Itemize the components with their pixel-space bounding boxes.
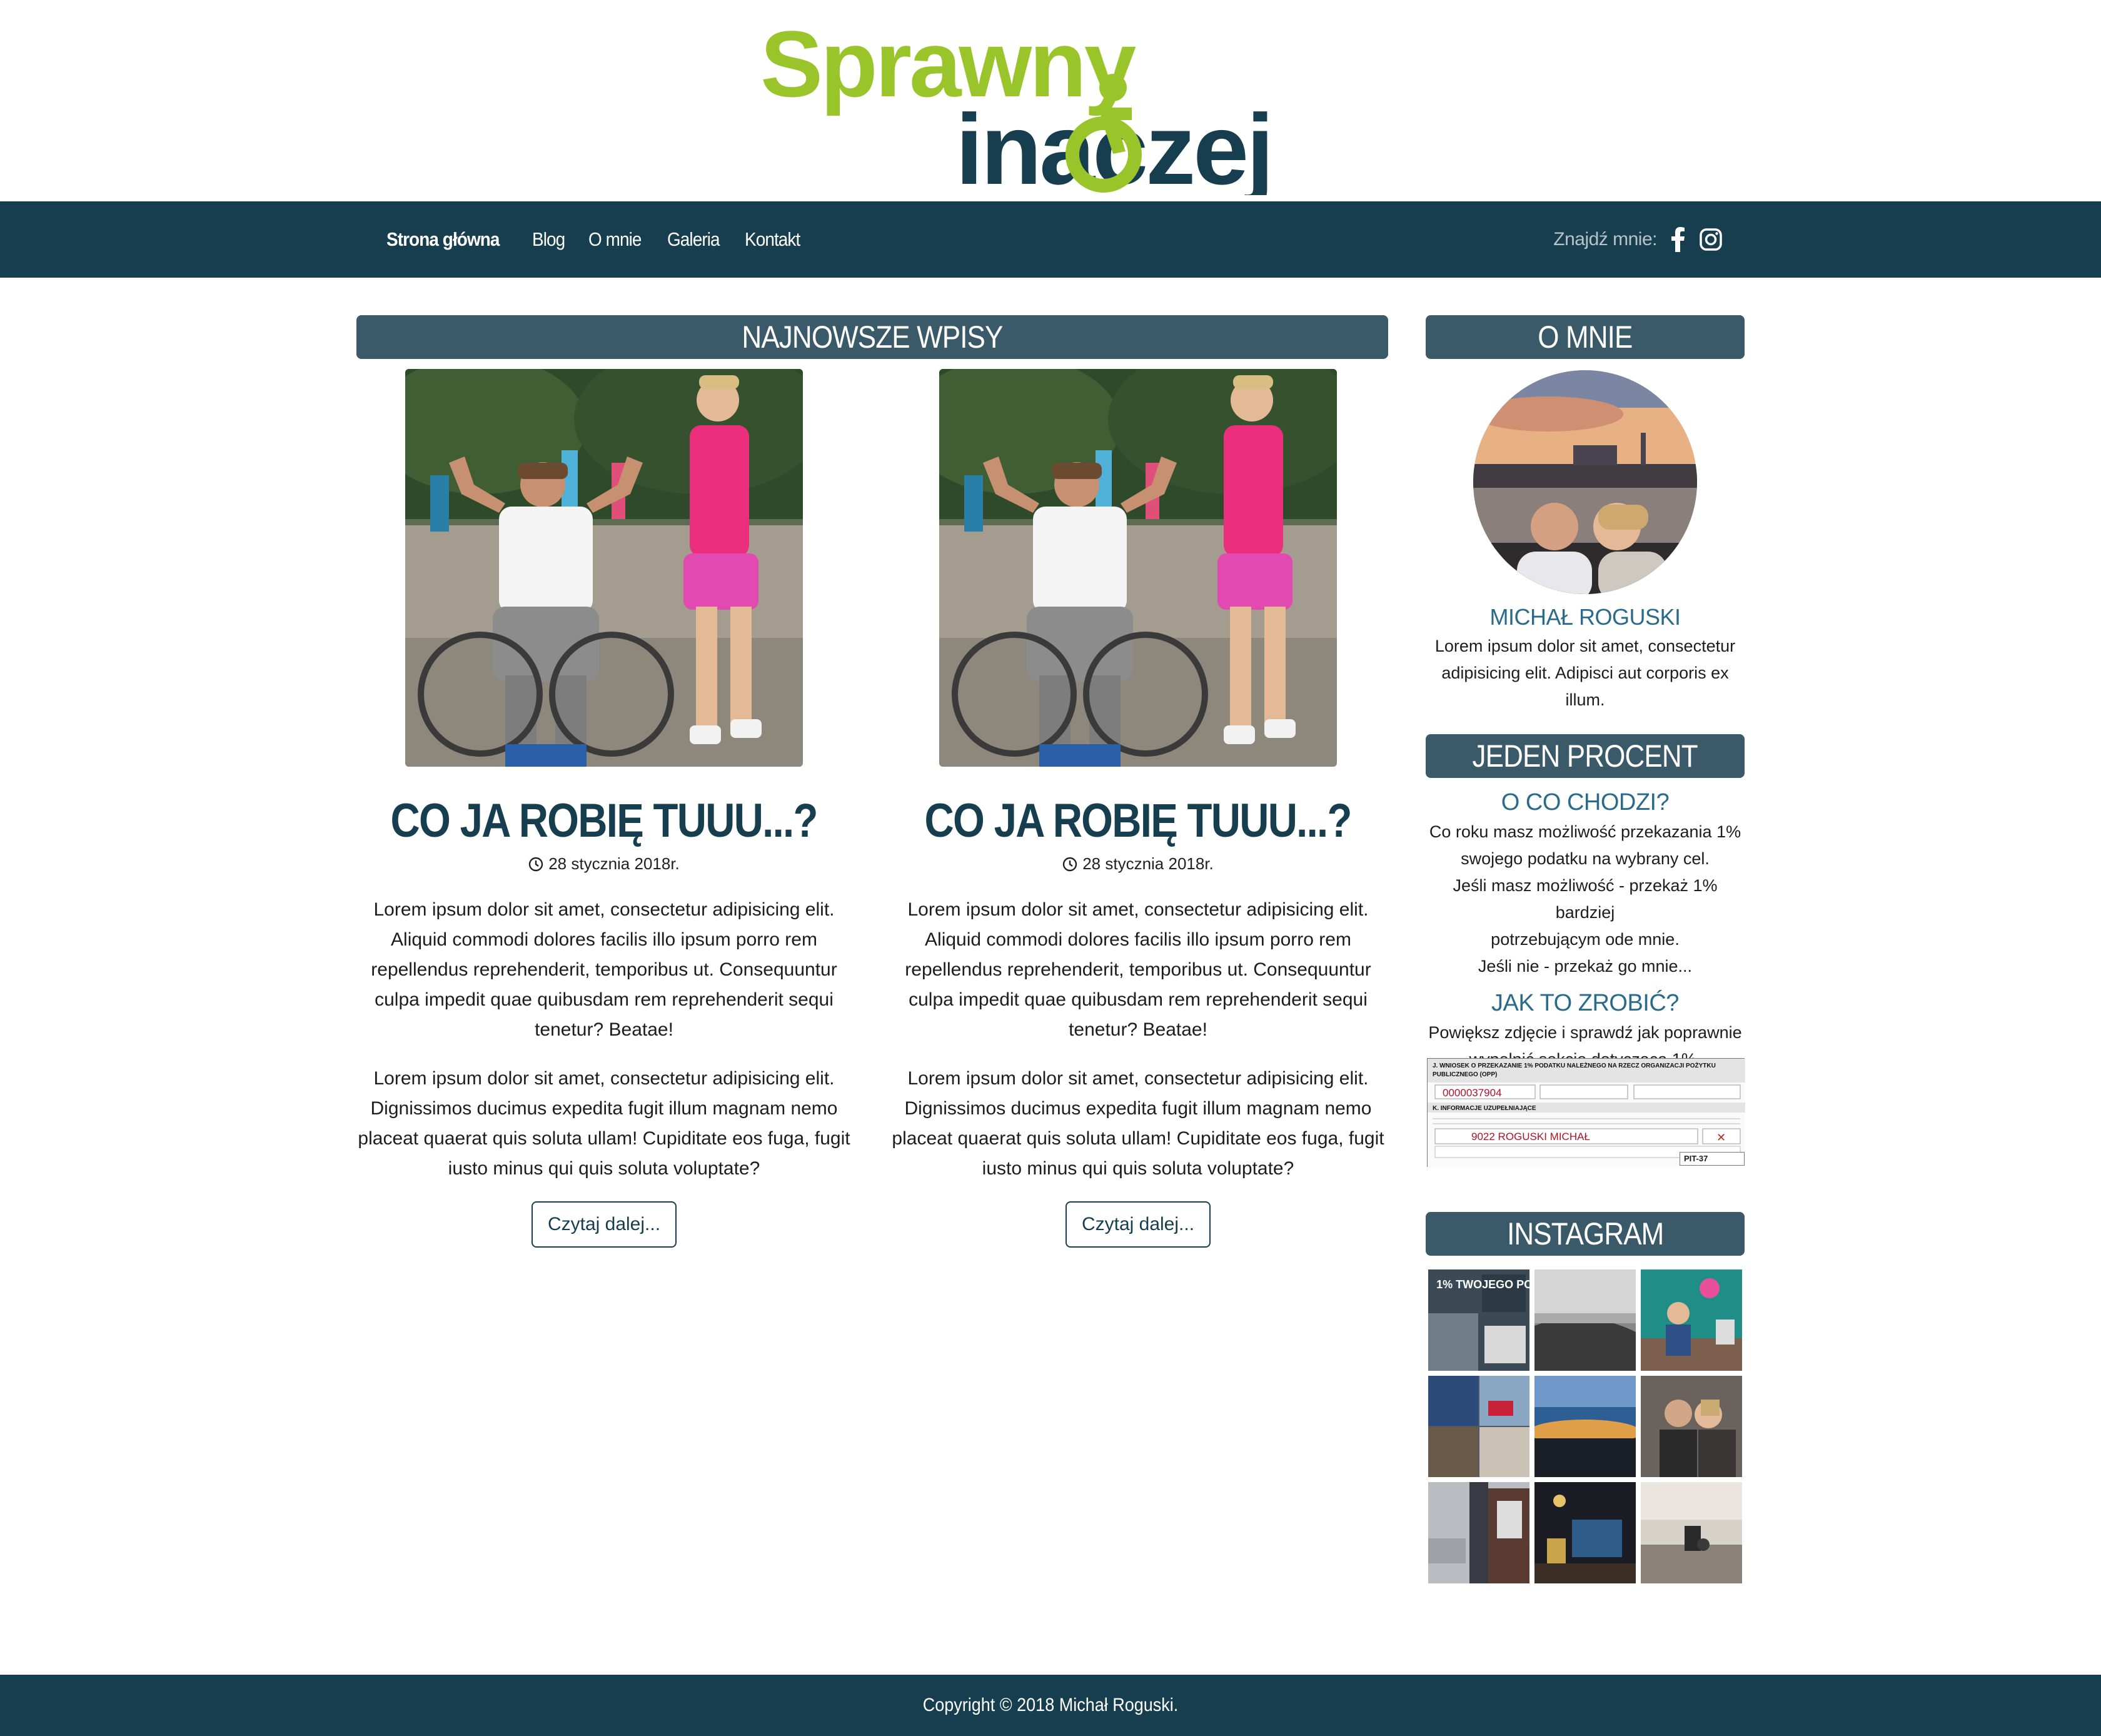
find-me-label: Znajdź mnie: bbox=[1553, 229, 1657, 250]
post-excerpt: Lorem ipsum dolor sit amet, consectetur … bbox=[354, 895, 854, 1184]
instagram-photo[interactable] bbox=[1534, 1269, 1636, 1371]
instagram-photo[interactable]: 1% TWOJEGO PODATKU bbox=[1428, 1269, 1529, 1371]
nav-item-blog[interactable]: Blog bbox=[532, 228, 565, 251]
post-card: CO JA ROBIĘ TUUU...? 28 stycznia 2018r. … bbox=[888, 369, 1388, 1248]
info-line: Jeśli masz możliwość - przekaż 1% bardzi… bbox=[1453, 876, 1718, 922]
site-logo[interactable]: Sprawny inaczej bbox=[757, 14, 1357, 195]
latest-posts-header: NAJNOWSZE WPISY bbox=[356, 315, 1388, 359]
nav-links: Strona główna Blog O mnie Galeria Kontak… bbox=[386, 201, 827, 278]
what-is-it-text: Co roku masz możliwość przekazania 1% sw… bbox=[1426, 819, 1745, 980]
instagram-title: INSTAGRAM bbox=[1506, 1216, 1664, 1251]
info-line: Co roku masz możliwość przekazania 1% bbox=[1429, 822, 1741, 841]
post-title[interactable]: CO JA ROBIĘ TUUU...? bbox=[888, 794, 1388, 848]
copyright-text: Copyright © 2018 Michał Roguski. bbox=[922, 1695, 1179, 1715]
svg-text:PUBLICZNEGO (OPP): PUBLICZNEGO (OPP) bbox=[1433, 1071, 1497, 1078]
latest-posts-title: NAJNOWSZE WPISY bbox=[742, 320, 1003, 355]
pit-form-tag: PIT-37 bbox=[1680, 1152, 1745, 1166]
instagram-photo[interactable] bbox=[1534, 1376, 1636, 1477]
one-percent-block: O CO CHODZI? Co roku masz możliwość prze… bbox=[1426, 789, 1745, 1073]
post-date-text: 28 stycznia 2018r. bbox=[1082, 854, 1214, 873]
post-title[interactable]: CO JA ROBIĘ TUUU...? bbox=[354, 794, 854, 848]
footer: Copyright © 2018 Michał Roguski. bbox=[0, 1675, 2101, 1736]
svg-text:9022 ROGUSKI MICHAŁ: 9022 ROGUSKI MICHAŁ bbox=[1471, 1131, 1590, 1143]
about-text: Lorem ipsum dolor sit amet, consectetur … bbox=[1434, 637, 1736, 709]
nav-item-home[interactable]: Strona główna bbox=[386, 228, 500, 251]
x-mark-icon: ✕ bbox=[1716, 1131, 1726, 1144]
post-photo[interactable] bbox=[939, 369, 1337, 767]
info-line: swojego podatku na wybrany cel. bbox=[1461, 849, 1710, 868]
instagram-icon[interactable] bbox=[1700, 226, 1722, 253]
nav-item-contact[interactable]: Kontakt bbox=[745, 228, 800, 251]
info-line: potrzebującym ode mnie. bbox=[1491, 930, 1680, 949]
instagram-photo[interactable] bbox=[1641, 1482, 1742, 1583]
post-card: CO JA ROBIĘ TUUU...? 28 stycznia 2018r. … bbox=[354, 369, 854, 1248]
clock-icon bbox=[529, 857, 543, 871]
read-more-button[interactable]: Czytaj dalej... bbox=[1065, 1201, 1211, 1248]
avatar[interactable] bbox=[1473, 370, 1697, 594]
instagram-grid: 1% TWOJEGO PODATKU bbox=[1428, 1269, 1745, 1583]
post-photo[interactable] bbox=[405, 369, 803, 767]
post-paragraph: Lorem ipsum dolor sit amet, consectetur … bbox=[905, 899, 1371, 1040]
instagram-photo[interactable] bbox=[1641, 1269, 1742, 1371]
post-paragraph: Lorem ipsum dolor sit amet, consectetur … bbox=[371, 899, 837, 1040]
instagram-header: INSTAGRAM bbox=[1426, 1212, 1745, 1256]
clock-icon bbox=[1063, 857, 1077, 871]
info-line: Jeśli nie - przekaż go mnie... bbox=[1478, 957, 1693, 976]
pit-form-image[interactable]: J. WNIOSEK O PRZEKAZANIE 1% PODATKU NALE… bbox=[1427, 1058, 1745, 1168]
post-date: 28 stycznia 2018r. bbox=[354, 854, 854, 874]
instagram-photo[interactable] bbox=[1641, 1376, 1742, 1477]
svg-text:J. WNIOSEK O PRZEKAZANIE 1% PO: J. WNIOSEK O PRZEKAZANIE 1% PODATKU NALE… bbox=[1433, 1061, 1716, 1069]
post-excerpt: Lorem ipsum dolor sit amet, consectetur … bbox=[888, 895, 1388, 1184]
about-block: MICHAŁ ROGUSKI Lorem ipsum dolor sit ame… bbox=[1426, 604, 1745, 714]
instagram-photo[interactable] bbox=[1428, 1376, 1529, 1477]
main-navbar: Strona główna Blog O mnie Galeria Kontak… bbox=[0, 201, 2101, 278]
svg-text:1% TWOJEGO PODATKU: 1% TWOJEGO PODATKU bbox=[1436, 1278, 1529, 1291]
read-more-button[interactable]: Czytaj dalej... bbox=[531, 1201, 677, 1248]
info-line: Powiększ zdjęcie i sprawdź jak poprawnie bbox=[1428, 1023, 1742, 1042]
instagram-photo[interactable] bbox=[1534, 1482, 1636, 1583]
post-date: 28 stycznia 2018r. bbox=[888, 854, 1388, 874]
post-paragraph: Lorem ipsum dolor sit amet, consectetur … bbox=[358, 1068, 850, 1179]
about-header: O MNIE bbox=[1426, 315, 1745, 359]
nav-item-about[interactable]: O mnie bbox=[588, 228, 642, 251]
about-title: O MNIE bbox=[1538, 320, 1633, 355]
one-percent-title: JEDEN PROCENT bbox=[1472, 739, 1698, 774]
what-is-it-heading: O CO CHODZI? bbox=[1501, 789, 1670, 815]
how-to-heading: JAK TO ZROBIĆ? bbox=[1491, 990, 1679, 1016]
facebook-icon[interactable] bbox=[1667, 226, 1690, 253]
find-me: Znajdź mnie: bbox=[1553, 201, 1722, 278]
svg-text:K. INFORMACJE UZUPEŁNIAJĄCE: K. INFORMACJE UZUPEŁNIAJĄCE bbox=[1433, 1105, 1536, 1112]
svg-text:0000037904: 0000037904 bbox=[1443, 1087, 1502, 1099]
post-date-text: 28 stycznia 2018r. bbox=[548, 854, 680, 873]
one-percent-header: JEDEN PROCENT bbox=[1426, 734, 1745, 778]
author-name: MICHAŁ ROGUSKI bbox=[1489, 604, 1681, 630]
nav-item-gallery[interactable]: Galeria bbox=[667, 228, 720, 251]
instagram-photo[interactable] bbox=[1428, 1482, 1529, 1583]
post-paragraph: Lorem ipsum dolor sit amet, consectetur … bbox=[892, 1068, 1384, 1179]
